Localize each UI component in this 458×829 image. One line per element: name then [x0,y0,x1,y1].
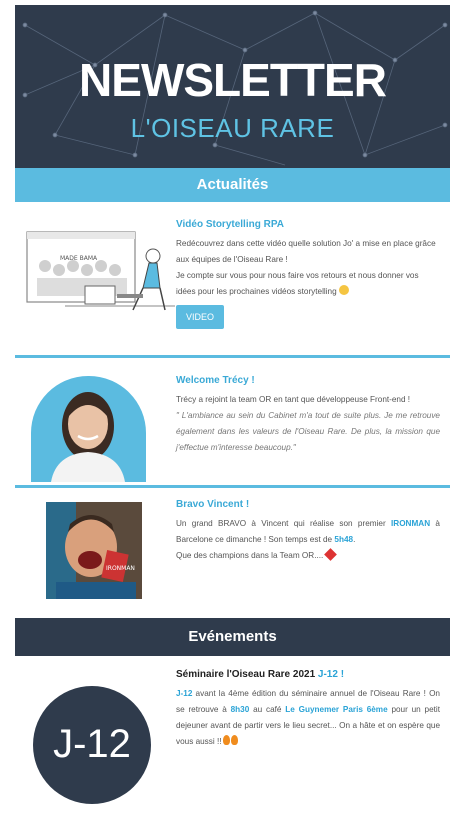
event-time-highlight: 8h30 [230,705,250,714]
medal-text: IRONMAN [106,565,135,572]
medal-emoji-icon [324,548,338,561]
event-title-countdown: J-12 ! [317,669,345,680]
article-welcome: Welcome Trécy ! Trécy a rejoint la team … [15,358,450,485]
video-button[interactable]: VIDEO [176,305,225,329]
article-video-text: Vidéo Storytelling RPA Redécouvrez dans … [176,218,440,329]
newsletter: NEWSLETTER L'OISEAU RARE Actualités MADE… [15,5,450,804]
section-actualites: Actualités [15,168,450,202]
article-welcome-quote: " L'ambiance au sein du Cabinet m'a tout… [176,411,440,452]
article-video: MADE BAMA Vidéo Storytelling RPA Redécou… [15,202,450,355]
athlete-photo-icon: IRONMAN [46,502,142,599]
article-event: J-12 Séminaire l'Oiseau Rare 2021 J-12 !… [15,656,450,804]
countdown-badge: J-12 [33,686,151,804]
grin-emoji-icon [338,285,349,295]
article-event-title: Séminaire l'Oiseau Rare 2021 J-12 ! [176,668,440,682]
article-bravo-p2: Que des champions dans la Team OR.... [176,548,440,564]
time-highlight: 5h48 [334,535,354,544]
article-welcome-title: Welcome Trécy ! [176,375,255,386]
vincent-photo: IRONMAN [46,502,142,599]
section-evenements: Evénements [15,618,450,656]
newsletter-subtitle: L'OISEAU RARE [130,113,335,143]
trecy-photo [31,376,146,482]
article-video-title: Vidéo Storytelling RPA [176,219,284,230]
fire-emoji-icon [230,735,238,745]
article-welcome-text: Welcome Trécy ! Trécy a rejoint la team … [176,374,440,456]
event-title-text: Séminaire l'Oiseau Rare 2021 [176,669,318,680]
bravo-text-a: Un grand BRAVO à Vincent qui réalise son… [176,519,391,528]
newsletter-header: NEWSLETTER L'OISEAU RARE [15,5,450,168]
fire-emoji-icon [222,735,230,745]
article-video-p2-text: Je compte sur vous pour nous faire vos r… [176,271,419,296]
event-text-2: au café [249,705,286,714]
article-video-p1: Redécouvrez dans cette vidéo quelle solu… [176,239,436,264]
event-countdown-highlight: J-12 [176,689,193,698]
article-bravo-text: Bravo Vincent ! Un grand BRAVO à Vincent… [176,498,440,564]
illus-screen-text: MADE BAMA [60,255,98,262]
article-bravo-p1: Un grand BRAVO à Vincent qui réalise son… [176,516,440,548]
article-event-body: J-12 avant la 4ème édition du séminaire … [176,686,440,750]
storytelling-illustration: MADE BAMA [26,231,175,311]
bravo-text-p2: Que des champions dans la Team OR.... [176,551,324,560]
newsletter-title: NEWSLETTER [79,54,387,106]
event-place-highlight: Le Guynemer Paris 6ème [285,705,388,714]
article-event-text: Séminaire l'Oiseau Rare 2021 J-12 ! J-12… [176,668,440,750]
article-video-p2: Je compte sur vous pour nous faire vos r… [176,268,440,300]
article-welcome-p1: Trécy a rejoint la team OR en tant que d… [176,395,411,404]
article-bravo: IRONMAN Bravo Vincent ! Un grand BRAVO à… [15,488,450,618]
portrait-icon [51,392,125,482]
article-bravo-title: Bravo Vincent ! [176,499,250,510]
bravo-text-c: . [353,535,356,544]
ironman-highlight: IRONMAN [391,519,431,528]
